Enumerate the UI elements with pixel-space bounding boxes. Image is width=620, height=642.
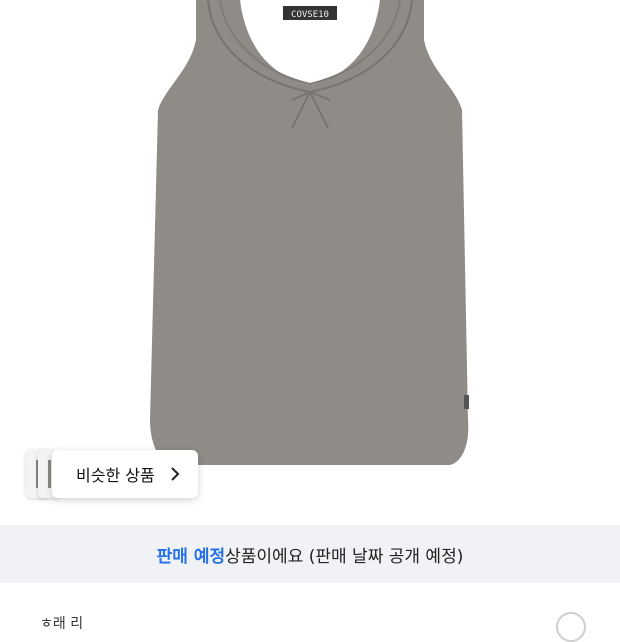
partial-text: ㅎ래 리 [40,616,84,632]
sale-notice-text: 상품이에요 (판매 날짜 공개 예정) [225,546,464,567]
tank-top-body [150,0,469,465]
svg-text:COVSE10: COVSE10 [291,10,329,20]
similar-products-label: 비슷한 상품 [76,466,155,485]
circle-icon[interactable] [556,612,586,642]
chevron-right-icon [171,467,180,481]
product-image: COVSE10 [150,0,469,465]
sale-notice-bar: 판매 예정 상품이에요 (판매 날짜 공개 예정) [0,525,620,583]
similar-products-button[interactable]: 비슷한 상품 [52,450,198,498]
sale-notice-highlight: 판매 예정 [156,546,226,567]
below-section: ㅎ래 리 [0,583,620,632]
product-image-area: COVSE10 비슷한 상품 [0,0,620,525]
